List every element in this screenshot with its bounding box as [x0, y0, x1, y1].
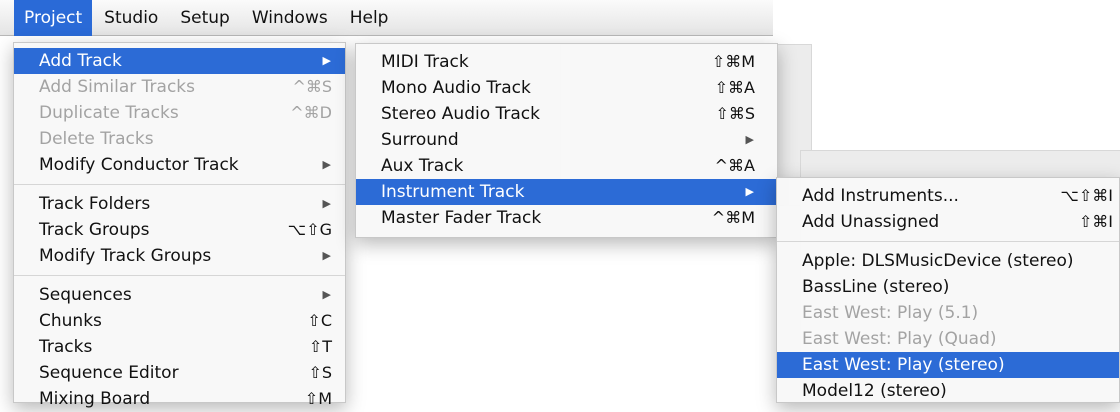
add-track-item-label: Instrument Track [381, 182, 525, 202]
submenu-arrow-icon: ▶ [745, 133, 754, 146]
shortcut-label: ^⌘M [711, 208, 755, 227]
submenu-arrow-icon: ▶ [322, 54, 331, 67]
project-menu-item-label: Tracks [39, 337, 93, 357]
project-menu-item-label: Duplicate Tracks [39, 103, 179, 123]
menubar-help[interactable]: Help [340, 0, 399, 36]
project-menu-item-chunks[interactable]: Chunks ⇧C [14, 308, 345, 334]
project-menu-item-label: Delete Tracks [39, 129, 154, 149]
project-menu-item-label: Sequences [39, 285, 132, 305]
menubar-windows[interactable]: Windows [242, 0, 338, 36]
add-track-item-label: Master Fader Track [381, 208, 542, 228]
shortcut-label: ^⌘D [290, 103, 332, 122]
submenu-arrow-icon: ▶ [322, 288, 331, 301]
add-track-submenu: MIDI Track ⇧⌘M Mono Audio Track ⇧⌘A Stereo A… [355, 43, 778, 238]
shortcut-label: ⌥⇧G [287, 220, 332, 239]
instrument-item-label: East West: Play (stereo) [802, 355, 1005, 375]
shortcut-label: ⇧M [304, 389, 332, 408]
shortcut-label: ⇧⌘M [711, 52, 755, 71]
project-menu-item-modify-conductor-track[interactable]: Modify Conductor Track ▶ [14, 152, 345, 178]
instrument-track-submenu: Add Instruments... ⌥⇧⌘I Add Unassigned ⇧⌘I A… [776, 177, 1120, 403]
instrument-item-model12-stereo[interactable]: Model12 (stereo) [777, 378, 1119, 404]
add-track-item-label: Surround [381, 130, 459, 150]
add-track-item-label: MIDI Track [381, 52, 469, 72]
project-menu-item-track-groups[interactable]: Track Groups ⌥⇧G [14, 217, 345, 243]
add-track-item-label: Mono Audio Track [381, 78, 531, 98]
project-menu-item-label: Add Similar Tracks [39, 77, 195, 97]
submenu-arrow-icon: ▶ [322, 197, 331, 210]
project-menu-item-label: Add Track [39, 51, 122, 71]
project-menu-item-duplicate-tracks: Duplicate Tracks ^⌘D [14, 100, 345, 126]
project-menu: Add Track ▶ Add Similar Tracks ^⌘S Duplicate… [13, 42, 346, 409]
project-menu-separator [14, 184, 345, 185]
project-menu-item-sequence-editor[interactable]: Sequence Editor ⇧S [14, 360, 345, 386]
instrument-item-label: BassLine (stereo) [802, 277, 950, 297]
instrument-item-label: East West: Play (5.1) [802, 303, 979, 323]
add-track-item-midi-track[interactable]: MIDI Track ⇧⌘M [356, 49, 777, 75]
instrument-item-bassline-stereo[interactable]: BassLine (stereo) [777, 274, 1119, 300]
instrument-item-label: Add Unassigned [802, 212, 940, 232]
instrument-item-apple-dlsmusicdevice-stereo[interactable]: Apple: DLSMusicDevice (stereo) [777, 248, 1119, 274]
shortcut-label: ⇧T [308, 337, 332, 356]
instrument-item-label: East West: Play (Quad) [802, 329, 997, 349]
submenu-arrow-icon: ▶ [745, 185, 754, 198]
shortcut-label: ⇧C [307, 311, 332, 330]
project-menu-item-tracks[interactable]: Tracks ⇧T [14, 334, 345, 360]
project-menu-item-sequences[interactable]: Sequences ▶ [14, 282, 345, 308]
instrument-item-label: Add Instruments... [802, 186, 959, 206]
instrument-item-east-west-play-quad: East West: Play (Quad) [777, 326, 1119, 352]
submenu-arrow-icon: ▶ [322, 249, 331, 262]
project-menu-item-modify-track-groups[interactable]: Modify Track Groups ▶ [14, 243, 345, 269]
add-track-item-aux-track[interactable]: Aux Track ^⌘A [356, 153, 777, 179]
shortcut-label: ⇧S [308, 363, 332, 382]
project-menu-item-add-similar-tracks: Add Similar Tracks ^⌘S [14, 74, 345, 100]
shortcut-label: ⇧⌘S [715, 104, 755, 123]
shortcut-label: ⇧⌘A [714, 78, 755, 97]
project-menu-item-label: Modify Track Groups [39, 246, 212, 266]
menubar-setup[interactable]: Setup [170, 0, 239, 36]
shortcut-label: ^⌘S [292, 77, 332, 96]
instrument-item-label: Model12 (stereo) [802, 381, 947, 401]
instrument-item-add-unassigned[interactable]: Add Unassigned ⇧⌘I [777, 209, 1119, 235]
project-menu-item-label: Mixing Board [39, 389, 151, 409]
project-menu-item-label: Track Groups [39, 220, 150, 240]
add-track-item-stereo-audio-track[interactable]: Stereo Audio Track ⇧⌘S [356, 101, 777, 127]
project-menu-item-label: Track Folders [39, 194, 151, 214]
instrument-separator [777, 241, 1119, 242]
shortcut-label: ⇧⌘I [1078, 212, 1113, 231]
menubar-studio[interactable]: Studio [94, 0, 168, 36]
project-menu-item-label: Sequence Editor [39, 363, 179, 383]
add-track-item-label: Stereo Audio Track [381, 104, 541, 124]
project-menu-item-label: Modify Conductor Track [39, 155, 239, 175]
instrument-item-east-west-play-stereo[interactable]: East West: Play (stereo) [777, 352, 1119, 378]
add-track-item-instrument-track[interactable]: Instrument Track ▶ [356, 179, 777, 205]
add-track-item-master-fader-track[interactable]: Master Fader Track ^⌘M [356, 205, 777, 231]
project-menu-separator [14, 275, 345, 276]
add-track-item-label: Aux Track [381, 156, 464, 176]
project-menu-item-add-track[interactable]: Add Track ▶ [14, 48, 345, 74]
menu-bar: Project Studio Setup Windows Help [0, 0, 773, 36]
submenu-arrow-icon: ▶ [322, 158, 331, 171]
shortcut-label: ^⌘A [714, 156, 755, 175]
add-track-item-surround[interactable]: Surround ▶ [356, 127, 777, 153]
project-menu-item-delete-tracks: Delete Tracks [14, 126, 345, 152]
add-track-item-mono-audio-track[interactable]: Mono Audio Track ⇧⌘A [356, 75, 777, 101]
instrument-item-east-west-play-5-1: East West: Play (5.1) [777, 300, 1119, 326]
project-menu-item-track-folders[interactable]: Track Folders ▶ [14, 191, 345, 217]
project-menu-item-label: Chunks [39, 311, 102, 331]
instrument-item-label: Apple: DLSMusicDevice (stereo) [802, 251, 1074, 271]
shortcut-label: ⌥⇧⌘I [1060, 186, 1113, 205]
instrument-item-add-instruments[interactable]: Add Instruments... ⌥⇧⌘I [777, 183, 1119, 209]
project-menu-item-mixing-board[interactable]: Mixing Board ⇧M [14, 386, 345, 412]
menubar-project[interactable]: Project [14, 0, 93, 36]
